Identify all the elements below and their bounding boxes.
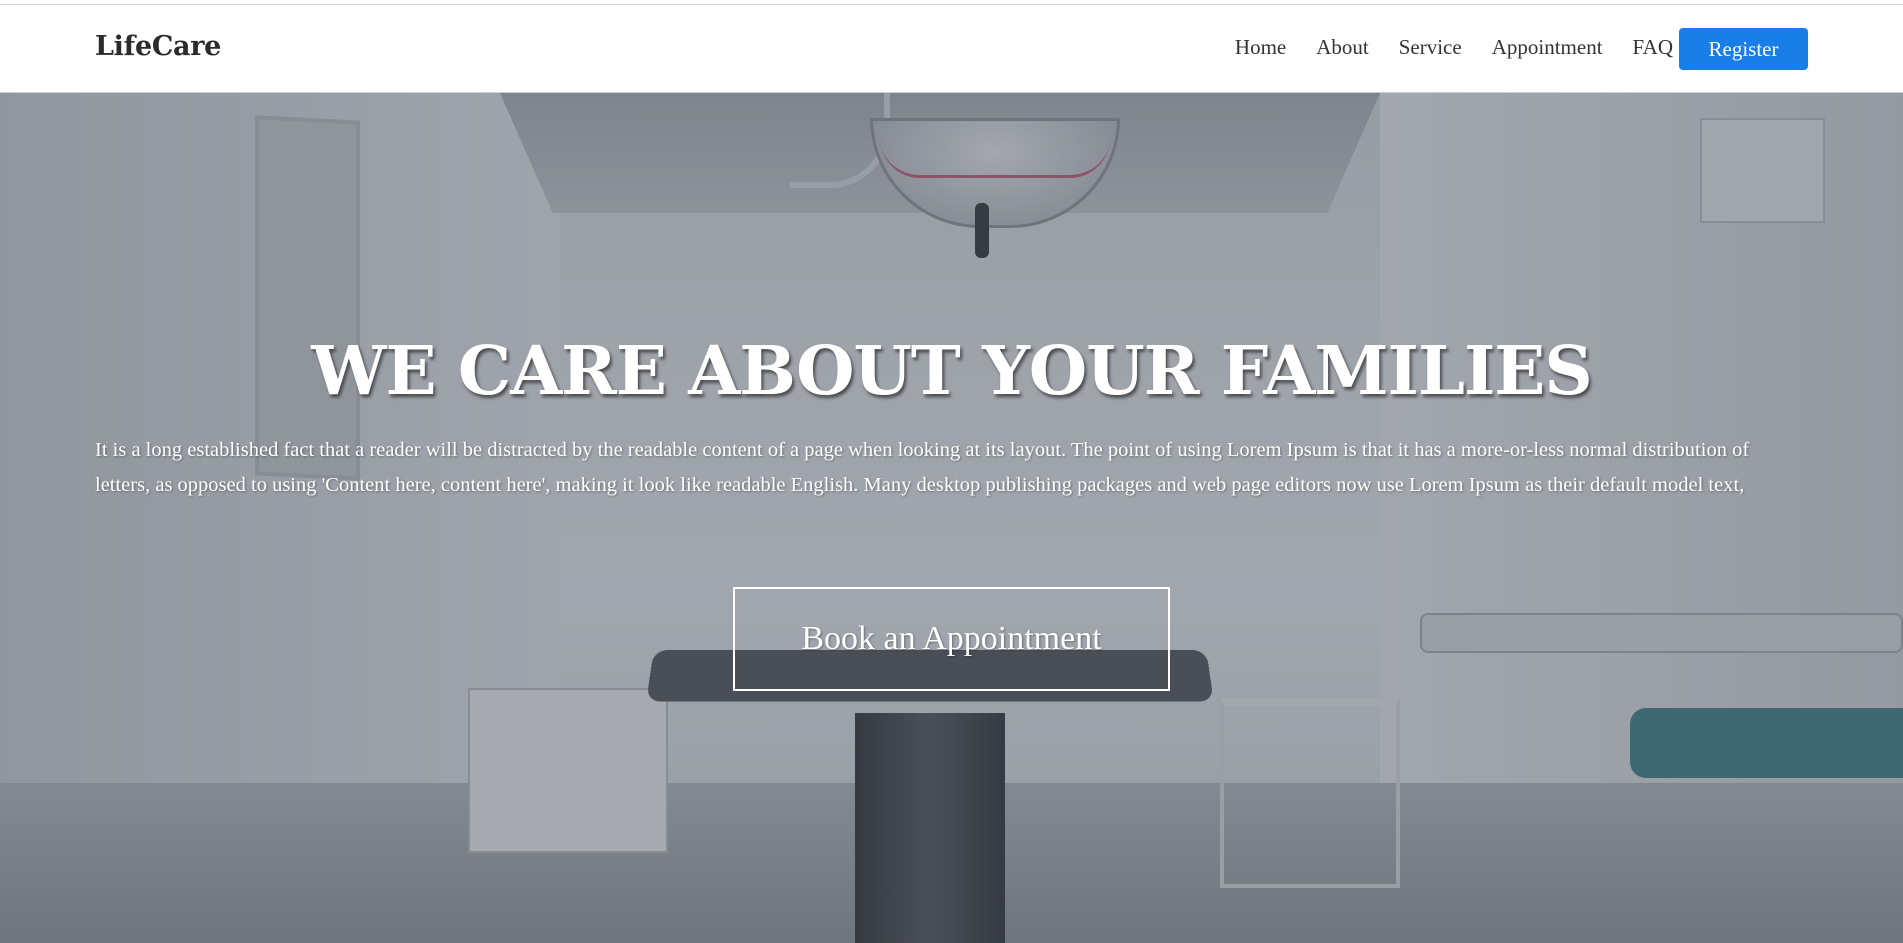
nav-link-about[interactable]: About	[1316, 35, 1369, 60]
nav-link-faq[interactable]: FAQ	[1633, 35, 1673, 60]
hero-description: It is a long established fact that a rea…	[95, 439, 1750, 496]
nav-links: Home About Service Appointment FAQ	[1235, 35, 1673, 60]
nav-link-home[interactable]: Home	[1235, 35, 1286, 60]
book-appointment-button[interactable]: Book an Appointment	[733, 587, 1170, 691]
register-button[interactable]: Register	[1679, 28, 1808, 70]
hero-section: WE CARE ABOUT YOUR FAMILIES It is a long…	[0, 93, 1903, 943]
hero-title: WE CARE ABOUT YOUR FAMILIES	[311, 331, 1593, 410]
nav-link-appointment[interactable]: Appointment	[1492, 35, 1603, 60]
brand-logo[interactable]: LifeCare	[95, 31, 221, 62]
hero-overlay	[0, 93, 1903, 943]
nav-link-service[interactable]: Service	[1399, 35, 1462, 60]
navbar: LifeCare Home About Service Appointment …	[0, 5, 1903, 93]
